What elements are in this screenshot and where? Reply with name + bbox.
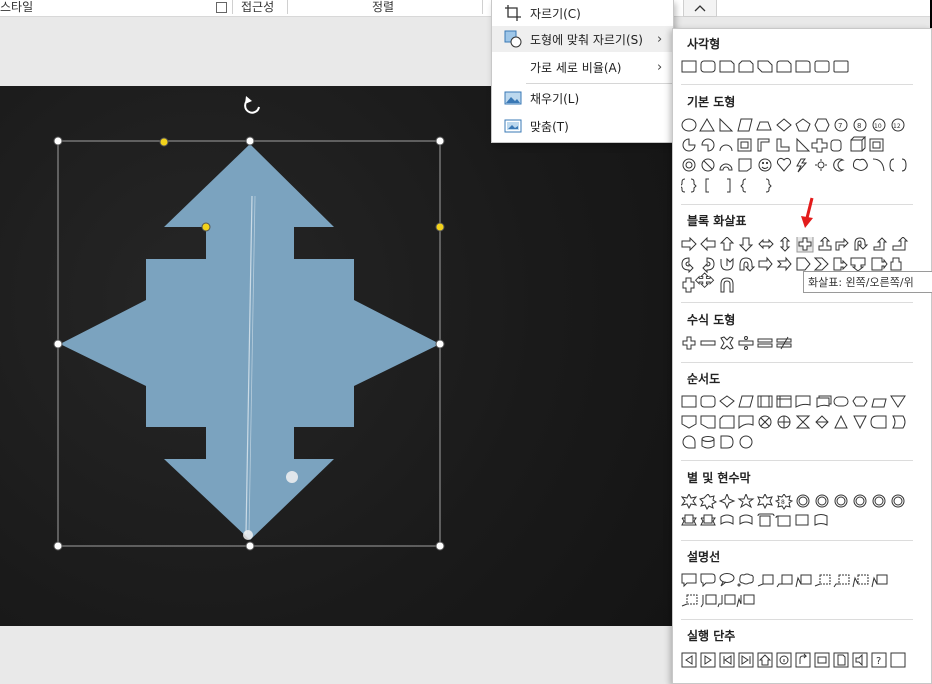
section-title-block-arrows: 블록 화살표	[687, 214, 747, 228]
svg-text:8: 8	[781, 499, 785, 506]
ribbon-accessibility-label[interactable]: 접근성	[241, 0, 274, 15]
section-title-rectangles: 사각형	[687, 37, 721, 51]
section-divider	[681, 619, 913, 620]
resize-handle[interactable]	[53, 339, 63, 349]
resize-handle[interactable]	[245, 136, 255, 146]
menu-divider	[526, 83, 672, 84]
shape-row: 7 8 10 12	[681, 118, 913, 196]
svg-text:7: 7	[838, 122, 842, 130]
crop-icon	[505, 5, 521, 21]
slide-canvas[interactable]	[0, 86, 672, 626]
shape-row	[681, 60, 861, 74]
section-title-equation-shapes: 수식 도형	[687, 313, 736, 327]
ribbon-separator	[287, 0, 288, 14]
adjust-handle[interactable]	[159, 137, 169, 147]
menu-item-fit[interactable]: 맞춤(T)	[492, 113, 673, 139]
picture-context-menu: 자르기(C) 도형에 맞춰 자르기(S) › 가로 세로 비율(A) › 채우기…	[491, 0, 674, 143]
shapes-gallery: 사각형 기본 도형 7 8 10 12 블록 화살표 수식 도형 순서도 별 및…	[672, 28, 932, 684]
menu-label-fit: 맞춤(T)	[530, 119, 569, 134]
menu-item-aspect-ratio[interactable]: 가로 세로 비율(A) ›	[492, 54, 673, 80]
svg-text:10: 10	[874, 123, 882, 130]
basic-shapes[interactable]: 7 8 10 12	[681, 118, 913, 196]
resize-handle[interactable]	[53, 541, 63, 551]
resize-handle[interactable]	[53, 136, 63, 146]
menu-item-fill[interactable]: 채우기(L)	[492, 85, 673, 111]
adjust-handle[interactable]	[201, 222, 211, 232]
red-pointer-arrow-icon	[801, 197, 814, 228]
resize-handle[interactable]	[435, 136, 445, 146]
menu-label-fill: 채우기(L)	[530, 91, 580, 106]
crop-to-shape-icon	[504, 30, 522, 48]
section-divider	[681, 362, 913, 363]
section-divider	[681, 204, 913, 205]
ribbon: 스타일 접근성 정렬	[0, 0, 932, 17]
section-divider	[681, 460, 913, 461]
shape-row	[681, 395, 913, 451]
fill-picture-icon	[504, 91, 522, 105]
chevron-up-icon	[694, 5, 706, 12]
section-title-action-buttons: 실행 단추	[687, 629, 736, 643]
action-button-shapes[interactable]: ?	[681, 652, 913, 670]
shape-row: 8	[681, 494, 913, 530]
svg-text:?: ?	[876, 656, 881, 667]
submenu-arrow-icon: ›	[657, 59, 663, 75]
menu-item-crop[interactable]: 자르기(C)	[492, 0, 673, 26]
workspace-background	[0, 626, 672, 682]
shape-row: ?	[681, 652, 913, 670]
section-title-flowchart: 순서도	[687, 372, 721, 386]
menu-label-aspect-ratio: 가로 세로 비율(A)	[530, 60, 622, 75]
section-divider	[681, 302, 913, 303]
rectangle-shapes[interactable]	[681, 60, 861, 74]
svg-text:12: 12	[893, 123, 901, 130]
shape-row	[681, 336, 801, 352]
submenu-arrow-icon: ›	[657, 31, 663, 47]
flower-blob	[243, 530, 253, 540]
svg-text:8: 8	[857, 122, 861, 130]
ribbon-separator	[482, 0, 483, 14]
resize-handle[interactable]	[435, 339, 445, 349]
rotate-handle-icon[interactable]	[244, 96, 260, 114]
shape-row	[681, 573, 913, 609]
dialog-launcher-icon[interactable]	[216, 2, 227, 13]
flowchart-shapes[interactable]	[681, 395, 913, 451]
resize-handle[interactable]	[435, 541, 445, 551]
equation-shapes[interactable]	[681, 336, 801, 352]
resize-handle[interactable]	[245, 541, 255, 551]
picture-shape-svg[interactable]	[0, 86, 672, 626]
shape-tooltip: 화살표: 왼쪽/오른쪽/위	[803, 271, 932, 293]
ribbon-arrange-label[interactable]: 정렬	[372, 0, 394, 15]
ribbon-style-label[interactable]: 스타일	[0, 0, 33, 15]
fit-picture-icon	[504, 119, 522, 133]
menu-label-crop-to-shape: 도형에 맞춰 자르기(S)	[530, 32, 643, 47]
ribbon-separator	[232, 0, 233, 14]
menu-label-crop: 자르기(C)	[530, 6, 581, 21]
section-title-basic-shapes: 기본 도형	[687, 95, 736, 109]
section-title-stars-banners: 별 및 현수막	[687, 471, 751, 485]
collapse-ribbon-button[interactable]	[683, 0, 717, 17]
menu-item-crop-to-shape[interactable]: 도형에 맞춰 자르기(S) ›	[492, 26, 673, 52]
callout-shapes[interactable]	[681, 573, 913, 609]
section-divider	[681, 84, 913, 85]
star-banner-shapes[interactable]: 8	[681, 494, 913, 530]
section-divider	[681, 540, 913, 541]
section-title-callouts: 설명선	[687, 550, 721, 564]
adjust-handle[interactable]	[435, 222, 445, 232]
flower-blob	[286, 471, 298, 483]
